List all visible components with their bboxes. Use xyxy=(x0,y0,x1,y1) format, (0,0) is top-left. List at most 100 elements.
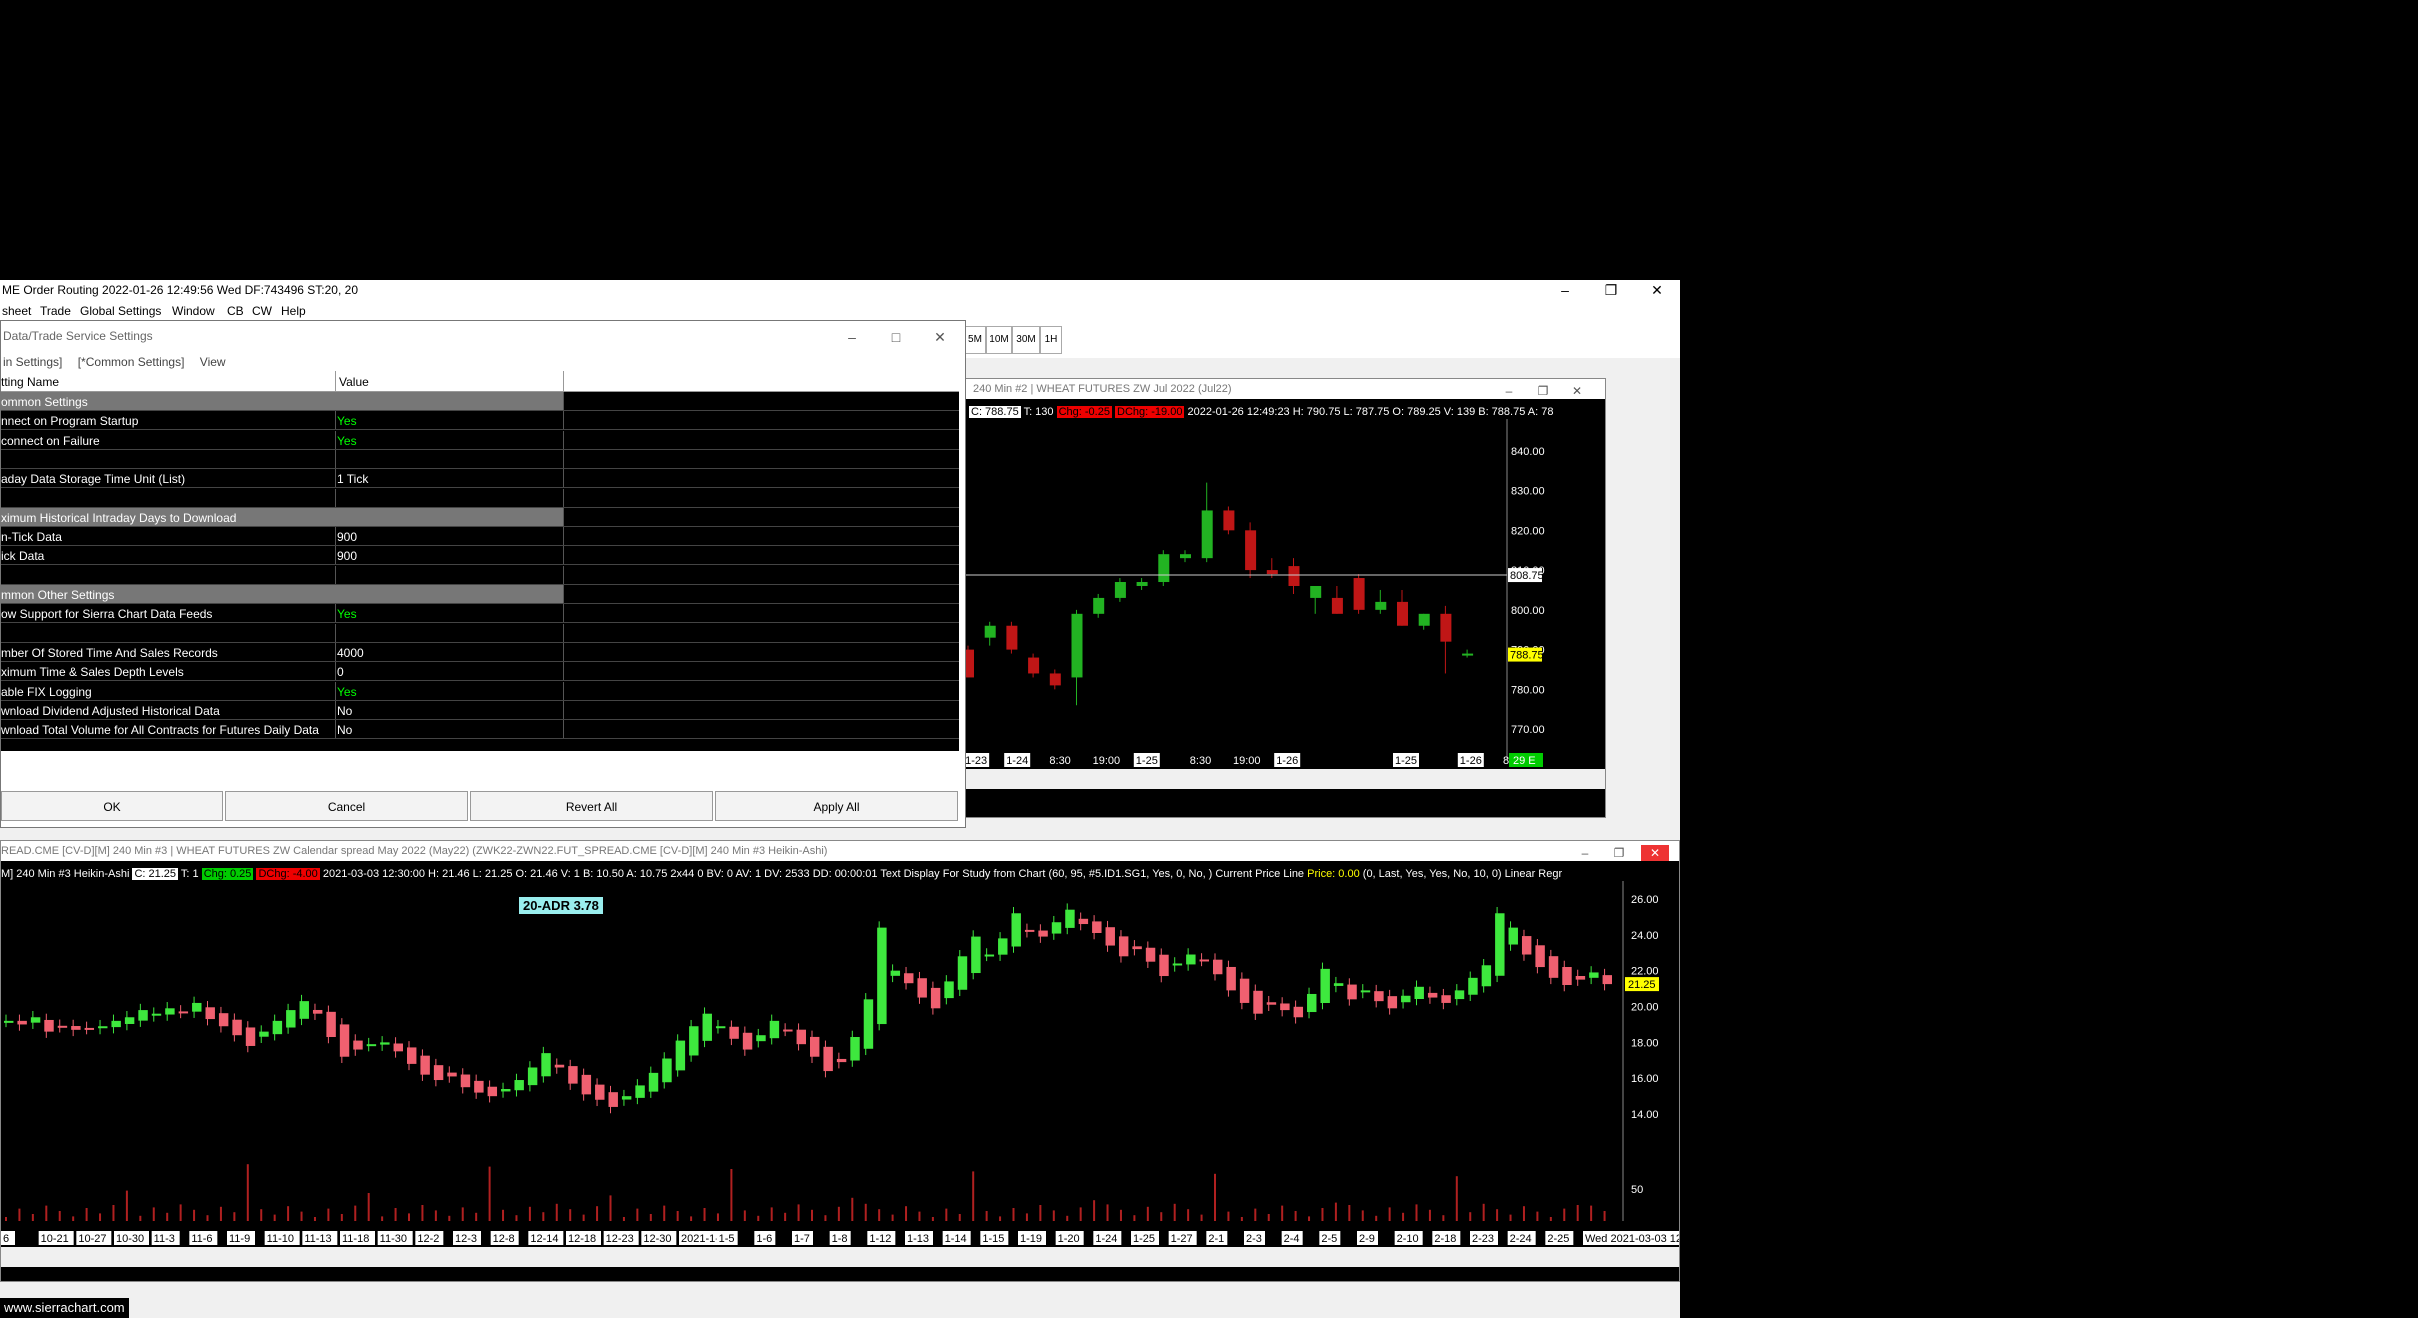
time-axis-label: 1-25 xyxy=(1136,755,1158,767)
tab-view[interactable]: View xyxy=(200,355,226,369)
close-icon[interactable]: ✕ xyxy=(919,325,961,349)
price-tick-label: 830.00 xyxy=(1511,486,1545,498)
restore-icon[interactable]: ❐ xyxy=(1588,280,1634,300)
ha-body xyxy=(1118,936,1129,957)
minimize-icon[interactable]: – xyxy=(1495,383,1523,399)
timeframe-5m[interactable]: 5M xyxy=(964,326,986,354)
tab-common-settings[interactable]: [*Common Settings] xyxy=(78,355,185,369)
settings-row xyxy=(1,623,959,643)
ha-body xyxy=(393,1043,403,1052)
menu-window[interactable]: Window xyxy=(172,304,215,318)
time-axis-label: 12-23 xyxy=(606,1233,634,1245)
ha-body xyxy=(810,1036,820,1057)
heikin-ashi-chart[interactable]: 26.00 24.00 22.00 20.00 18.00 16.00 14.00 50 27.… xyxy=(1,881,1680,1281)
menu-sheet[interactable]: sheet xyxy=(2,304,31,318)
sierrachart-link[interactable]: www.sierrachart.com xyxy=(0,1298,129,1318)
column-setting-name[interactable]: tting Name xyxy=(1,375,59,389)
setting-value[interactable]: No xyxy=(337,704,352,718)
volume-bar xyxy=(1039,1205,1042,1221)
ha-body xyxy=(1535,945,1545,968)
restore-icon[interactable]: ❐ xyxy=(1529,383,1557,399)
volume-bar xyxy=(528,1206,531,1221)
timeframe-1h[interactable]: 1H xyxy=(1040,326,1062,354)
volume-bar xyxy=(1388,1207,1391,1221)
ha-body xyxy=(433,1065,444,1081)
ha-body xyxy=(1414,986,1424,999)
setting-value[interactable]: Yes xyxy=(337,434,357,448)
apply-all-button[interactable]: Apply All xyxy=(715,791,958,821)
settings-row[interactable]: n-Tick Data 900 xyxy=(1,527,959,547)
minimize-icon[interactable]: – xyxy=(831,325,873,349)
ha-body xyxy=(232,1019,242,1036)
candle-body xyxy=(1462,653,1474,656)
time-axis-label: 1-24 xyxy=(1006,755,1028,767)
settings-row[interactable]: nnect on Program Startup Yes xyxy=(1,411,959,431)
menu-global-settings[interactable]: Global Settings xyxy=(80,304,161,318)
setting-value[interactable]: 1 Tick xyxy=(337,472,368,486)
settings-row[interactable]: wnload Dividend Adjusted Historical Data… xyxy=(1,700,959,720)
menu-cb[interactable]: CB xyxy=(227,304,244,318)
ha-body xyxy=(581,1074,592,1095)
setting-name: ick Data xyxy=(1,549,45,564)
setting-value[interactable]: Yes xyxy=(337,685,357,699)
settings-row[interactable]: ow Support for Sierra Chart Data Feeds Ye… xyxy=(1,604,959,624)
column-value[interactable]: Value xyxy=(339,375,369,389)
close-icon[interactable]: ✕ xyxy=(1563,383,1591,399)
menu-help[interactable]: Help xyxy=(281,304,306,318)
volume-bar xyxy=(582,1214,585,1221)
settings-row[interactable]: able FIX Logging Yes xyxy=(1,681,959,701)
time-axis-label: 2-4 xyxy=(1284,1233,1300,1245)
ha-body xyxy=(823,1046,833,1072)
restore-icon[interactable]: ❐ xyxy=(1605,845,1633,861)
ha-body xyxy=(312,1009,323,1014)
settings-row[interactable]: connect on Failure Yes xyxy=(1,430,959,450)
settings-row[interactable]: ximum Time & Sales Depth Levels 0 xyxy=(1,662,959,682)
setting-value[interactable]: 900 xyxy=(337,530,357,544)
volume-bar xyxy=(905,1206,908,1221)
volume-bar xyxy=(891,1214,894,1221)
maximize-icon[interactable]: □ xyxy=(875,325,917,349)
menu-trade[interactable]: Trade xyxy=(40,304,71,318)
timeframe-30m[interactable]: 30M xyxy=(1012,326,1040,354)
volume-bar xyxy=(1119,1209,1122,1221)
setting-value[interactable]: 0 xyxy=(337,665,344,679)
settings-row[interactable]: aday Data Storage Time Unit (List) 1 Tick xyxy=(1,469,959,489)
setting-value[interactable]: 900 xyxy=(337,549,357,563)
ha-body xyxy=(783,1029,793,1032)
setting-name: wnload Dividend Adjusted Historical Data xyxy=(1,703,220,718)
price-tick-label: 50 xyxy=(1631,1184,1643,1196)
volume-bar xyxy=(864,1203,867,1221)
close-icon[interactable]: ✕ xyxy=(1641,845,1669,861)
minimize-icon[interactable]: – xyxy=(1571,845,1599,861)
setting-name: ommon Settings xyxy=(1,395,88,409)
setting-value[interactable]: 4000 xyxy=(337,646,364,660)
timeframe-10m[interactable]: 10M xyxy=(986,326,1012,354)
cancel-button[interactable]: Cancel xyxy=(225,791,468,821)
menu-cw[interactable]: CW xyxy=(252,304,272,318)
grid-header: tting Name Value xyxy=(1,371,959,392)
volume-bar xyxy=(1509,1214,1512,1221)
revert-all-button[interactable]: Revert All xyxy=(470,791,713,821)
volume-bar xyxy=(797,1204,800,1221)
minimize-icon[interactable]: – xyxy=(1542,280,1588,300)
ha-body xyxy=(84,1027,95,1030)
setting-value[interactable]: No xyxy=(337,723,352,737)
close-icon[interactable]: ✕ xyxy=(1634,280,1680,300)
tab-main-settings[interactable]: in Settings] xyxy=(3,355,62,369)
setting-name: mber Of Stored Time And Sales Records xyxy=(1,645,218,660)
volume-bar xyxy=(542,1212,545,1221)
settings-row[interactable]: mber Of Stored Time And Sales Records 400… xyxy=(1,642,959,662)
settings-row[interactable]: wnload Total Volume for All Contracts fo… xyxy=(1,720,959,740)
settings-row[interactable]: ick Data 900 xyxy=(1,546,959,566)
ha-body xyxy=(850,1037,860,1061)
setting-value[interactable]: Yes xyxy=(337,414,357,428)
candlestick-chart[interactable]: 840.00830.00820.00810.00800.00790.00780.… xyxy=(961,419,1606,809)
time-axis-label: 8:30 xyxy=(1049,755,1070,767)
ha-body xyxy=(1065,909,1075,928)
ok-button[interactable]: OK xyxy=(1,791,223,821)
candle-body xyxy=(1266,570,1278,575)
volume-bar xyxy=(31,1214,34,1221)
volume-bar xyxy=(206,1215,209,1221)
corner-badge: 29 E xyxy=(1513,755,1536,767)
setting-value[interactable]: Yes xyxy=(337,607,357,621)
